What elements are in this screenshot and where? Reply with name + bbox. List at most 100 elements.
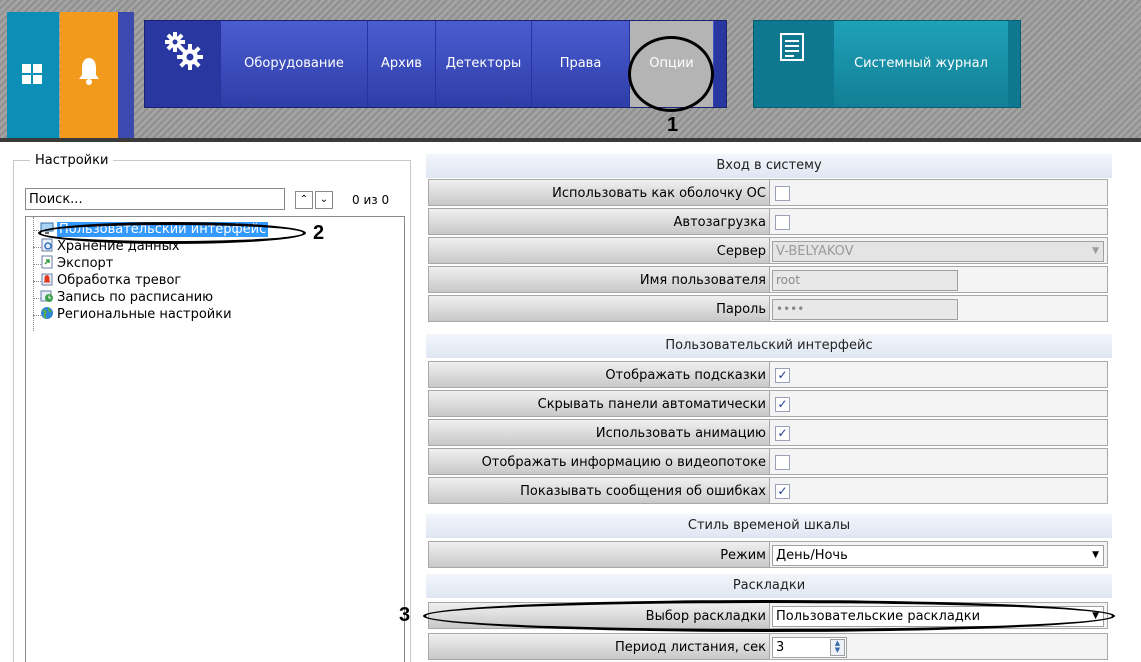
settings-properties-panel: Вход в систему Использовать как оболочку… <box>399 154 1115 662</box>
server-select-value: V-BELYAKOV <box>776 244 854 259</box>
annotation-number-2: 2 <box>313 222 325 244</box>
grid-icon <box>22 64 42 84</box>
chevron-down-icon: ▼ <box>1092 246 1099 256</box>
property-row-hints: Отображать подсказки ✓ <box>426 360 1112 389</box>
mode-select-value: День/Ночь <box>776 548 848 563</box>
property-row-username: Имя пользователя root <box>426 265 1112 294</box>
property-label: Автозагрузка <box>428 208 770 235</box>
annotation-ellipse-2 <box>38 222 306 244</box>
alarms-tile[interactable] <box>60 12 118 138</box>
tab-equipment[interactable]: Оборудование <box>220 21 367 107</box>
mode-select[interactable]: День/Ночь ▼ <box>772 545 1104 566</box>
property-row-animation: Использовать анимацию ✓ <box>426 418 1112 447</box>
annotation-ellipse-1 <box>628 36 714 112</box>
property-value: День/Ночь ▼ <box>770 541 1108 568</box>
property-value <box>770 179 1108 206</box>
property-value: root <box>770 266 1108 293</box>
gears-icon <box>165 32 203 70</box>
chevron-down-icon: ▼ <box>1092 550 1099 560</box>
annotation-number-1: 1 <box>667 114 679 136</box>
stream-info-checkbox[interactable] <box>775 455 790 470</box>
autostart-checkbox[interactable] <box>775 215 790 230</box>
top-toolbar: Оборудование Архив Детекторы Права Опции… <box>0 0 1141 142</box>
property-value: 3 ▲ ▼ <box>770 633 1108 660</box>
tile-separator <box>118 12 134 138</box>
section-header-timeline: Стиль временой шкалы <box>426 514 1112 538</box>
section-header-login: Вход в систему <box>426 154 1112 178</box>
tree-item-label: Экспорт <box>57 256 114 271</box>
search-input[interactable] <box>25 188 285 210</box>
spin-arrows-icon[interactable]: ▲ ▼ <box>830 639 845 656</box>
property-row-server: Сервер V-BELYAKOV ▼ <box>426 236 1112 265</box>
section-header-layouts: Раскладки <box>426 574 1112 598</box>
tree-item-label: Запись по расписанию <box>57 290 214 305</box>
log-tile[interactable] <box>754 21 834 107</box>
export-icon <box>41 255 53 269</box>
annotation-ellipse-3 <box>423 600 1115 632</box>
property-label: Использовать анимацию <box>428 419 770 446</box>
tree-item-alarm-handling[interactable]: Обработка тревог <box>40 272 181 289</box>
property-label: Отображать информацию о видеопотоке <box>428 448 770 475</box>
alarm-icon <box>41 273 53 286</box>
tree-connector <box>33 217 34 331</box>
period-spinbox[interactable]: 3 ▲ ▼ <box>772 637 847 658</box>
property-label: Пароль <box>428 295 770 322</box>
settings-tree: Пользовательский интерфейс Хранение данн… <box>25 216 405 662</box>
username-field[interactable]: root <box>772 270 958 291</box>
settings-tile[interactable] <box>145 21 220 107</box>
system-log-button[interactable]: Системный журнал <box>834 21 1008 107</box>
property-value: ✓ <box>770 419 1108 446</box>
nav-bar-edge <box>714 21 726 107</box>
property-row-period: Период листания, сек 3 ▲ ▼ <box>426 632 1112 661</box>
show-errors-checkbox[interactable]: ✓ <box>775 484 790 499</box>
schedule-icon <box>40 290 53 302</box>
search-next-button[interactable]: ⌄ <box>315 191 333 209</box>
property-label: Сервер <box>428 237 770 264</box>
tree-item-label: Региональные настройки <box>57 307 232 322</box>
property-row-mode: Режим День/Ночь ▼ <box>426 540 1112 569</box>
system-log-bar: Системный журнал <box>753 20 1021 108</box>
tab-rights[interactable]: Права <box>531 21 629 107</box>
tree-item-regional-settings[interactable]: Региональные настройки <box>40 306 232 323</box>
property-value: V-BELYAKOV ▼ <box>770 237 1108 264</box>
search-prev-button[interactable]: ⌃ <box>295 191 313 209</box>
use-as-shell-checkbox[interactable] <box>775 186 790 201</box>
toolbar-divider <box>0 138 1141 142</box>
settings-group-title: Настройки <box>30 153 114 168</box>
property-label: Отображать подсказки <box>428 361 770 388</box>
tab-detectors[interactable]: Детекторы <box>435 21 531 107</box>
property-value: ✓ <box>770 390 1108 417</box>
layouts-tile[interactable] <box>7 12 59 138</box>
server-select[interactable]: V-BELYAKOV ▼ <box>772 241 1104 262</box>
section-header-ui: Пользовательский интерфейс <box>426 334 1112 358</box>
property-value: ✓ <box>770 477 1108 504</box>
property-row-errors: Показывать сообщения об ошибках ✓ <box>426 476 1112 505</box>
tree-item-scheduled-recording[interactable]: Запись по расписанию <box>40 289 213 306</box>
show-hints-checkbox[interactable]: ✓ <box>775 368 790 383</box>
search-result-count: 0 из 0 <box>352 193 390 207</box>
hide-panels-checkbox[interactable]: ✓ <box>775 397 790 412</box>
property-label: Скрывать панели автоматически <box>428 390 770 417</box>
property-label: Период листания, сек <box>428 633 770 660</box>
property-label: Показывать сообщения об ошибках <box>428 477 770 504</box>
property-value <box>770 448 1108 475</box>
bell-icon <box>79 58 99 85</box>
property-row-autostart: Автозагрузка <box>426 207 1112 236</box>
tree-item-export[interactable]: Экспорт <box>40 255 113 272</box>
settings-sidebar: Настройки ⌃ ⌄ 0 из 0 Пользовательский ин… <box>0 148 418 662</box>
property-value: ✓ <box>770 361 1108 388</box>
storage-icon <box>41 238 53 252</box>
password-field[interactable]: •••• <box>772 299 958 320</box>
property-label: Использовать как оболочку ОС <box>428 179 770 206</box>
property-value <box>770 208 1108 235</box>
property-label: Режим <box>428 541 770 568</box>
property-label: Имя пользователя <box>428 266 770 293</box>
annotation-number-3: 3 <box>399 604 411 626</box>
log-bar-edge <box>1008 21 1020 107</box>
property-row-shell: Использовать как оболочку ОС <box>426 178 1112 207</box>
animation-checkbox[interactable]: ✓ <box>775 426 790 441</box>
property-row-password: Пароль •••• <box>426 294 1112 323</box>
tab-archive[interactable]: Архив <box>367 21 435 107</box>
property-row-stream-info: Отображать информацию о видеопотоке <box>426 447 1112 476</box>
property-row-hide-panels: Скрывать панели автоматически ✓ <box>426 389 1112 418</box>
